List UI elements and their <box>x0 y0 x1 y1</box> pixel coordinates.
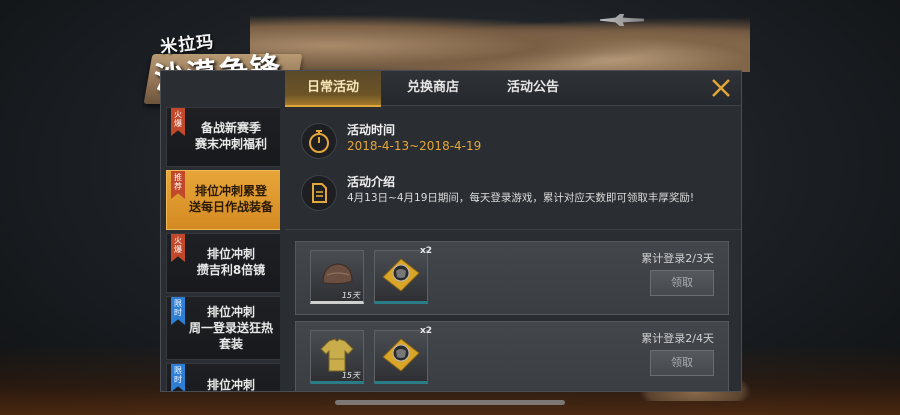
reward-slot-shirt[interactable]: 15天 <box>310 330 364 384</box>
sidebar-item-ranked-sprint[interactable]: 限时 排位冲刺 <box>166 363 280 391</box>
hot-badge: 火爆 <box>171 108 185 136</box>
coupon-icon <box>382 338 420 372</box>
tab-bar: 日常活动 兑换商店 活动公告 <box>285 71 741 107</box>
hot-badge: 火爆 <box>171 234 185 262</box>
sidebar-item-line1: 排位冲刺 <box>206 378 255 391</box>
activity-intro-section: 活动介绍 4月13日~4月19日期间，每天登录游戏，累计对应天数即可领取丰厚奖励… <box>301 175 721 225</box>
desert-rocks-decoration <box>250 6 750 72</box>
coupon-icon <box>382 258 420 292</box>
tab-exchange-shop[interactable]: 兑换商店 <box>385 71 481 105</box>
duration-label: 15天 <box>341 371 360 380</box>
document-icon <box>301 175 337 211</box>
close-button[interactable] <box>709 76 733 100</box>
reward-row: 15天 x2 累计登录2/3天 领取 <box>295 241 729 315</box>
activity-panel: 日常活动 兑换商店 活动公告 火爆 备战新赛季 赛末冲刺福利 推荐 排位冲刺累登… <box>160 70 742 392</box>
limited-badge: 限时 <box>171 297 185 325</box>
quantity-label: x2 <box>420 246 433 256</box>
event-sidebar[interactable]: 火爆 备战新赛季 赛末冲刺福利 推荐 排位冲刺累登 送每日作战装备 火爆 排位冲… <box>166 107 280 391</box>
activity-time-title: 活动时间 <box>347 123 396 137</box>
close-icon <box>712 79 730 97</box>
activity-intro-text: 4月13日~4月19日期间，每天登录游戏，累计对应天数即可领取丰厚奖励! <box>347 192 695 204</box>
activity-time-value: 2018-4-13~2018-4-19 <box>347 139 482 153</box>
sidebar-item-new-season[interactable]: 火爆 备战新赛季 赛末冲刺福利 <box>166 107 280 167</box>
claim-button[interactable]: 领取 <box>650 350 714 376</box>
reward-slot-coupon[interactable] <box>374 250 428 304</box>
section-divider <box>285 229 741 230</box>
sidebar-item-monday-login[interactable]: 限时 排位冲刺 周一登录送狂热 套装 <box>166 296 280 360</box>
sidebar-item-line2: 攒吉利8倍镜 <box>196 263 266 277</box>
sidebar-item-line1: 备战新赛季 <box>200 121 261 135</box>
reward-row: 15天 x2 累计登录2/4天 领取 <box>295 321 729 391</box>
sidebar-item-line1: 排位冲刺 <box>206 305 255 319</box>
limited-badge: 限时 <box>171 364 185 391</box>
claim-button[interactable]: 领取 <box>650 270 714 296</box>
sidebar-item-line2: 送每日作战装备 <box>188 200 273 214</box>
sidebar-item-8x-scope[interactable]: 火爆 排位冲刺 攒吉利8倍镜 <box>166 233 280 293</box>
home-indicator <box>335 400 565 405</box>
sidebar-item-ranked-login[interactable]: 推荐 排位冲刺累登 送每日作战装备 <box>166 170 280 230</box>
tab-daily-activities[interactable]: 日常活动 <box>285 71 381 107</box>
sidebar-item-line1: 排位冲刺累登 <box>194 184 267 198</box>
activity-time-section: 活动时间 2018-4-13~2018-4-19 <box>301 123 721 163</box>
quantity-label: x2 <box>420 326 433 336</box>
sidebar-item-line1: 排位冲刺 <box>206 247 255 261</box>
sidebar-item-line2: 赛末冲刺福利 <box>194 137 267 151</box>
recommended-badge: 推荐 <box>171 171 185 199</box>
activity-intro-title: 活动介绍 <box>347 175 396 189</box>
sidebar-item-line3: 套装 <box>218 337 243 351</box>
tab-announcements[interactable]: 活动公告 <box>485 71 581 105</box>
activity-content: 活动时间 2018-4-13~2018-4-19 活动介绍 4月13日~4月19… <box>285 107 741 391</box>
login-progress: 累计登录2/4天 <box>641 332 714 345</box>
login-progress: 累计登录2/3天 <box>641 252 714 265</box>
stopwatch-icon <box>301 123 337 159</box>
duration-label: 15天 <box>341 291 360 300</box>
sidebar-item-line2: 周一登录送狂热 <box>188 321 273 335</box>
reward-slot-coupon[interactable] <box>374 330 428 384</box>
reward-slot-helmet[interactable]: 15天 <box>310 250 364 304</box>
